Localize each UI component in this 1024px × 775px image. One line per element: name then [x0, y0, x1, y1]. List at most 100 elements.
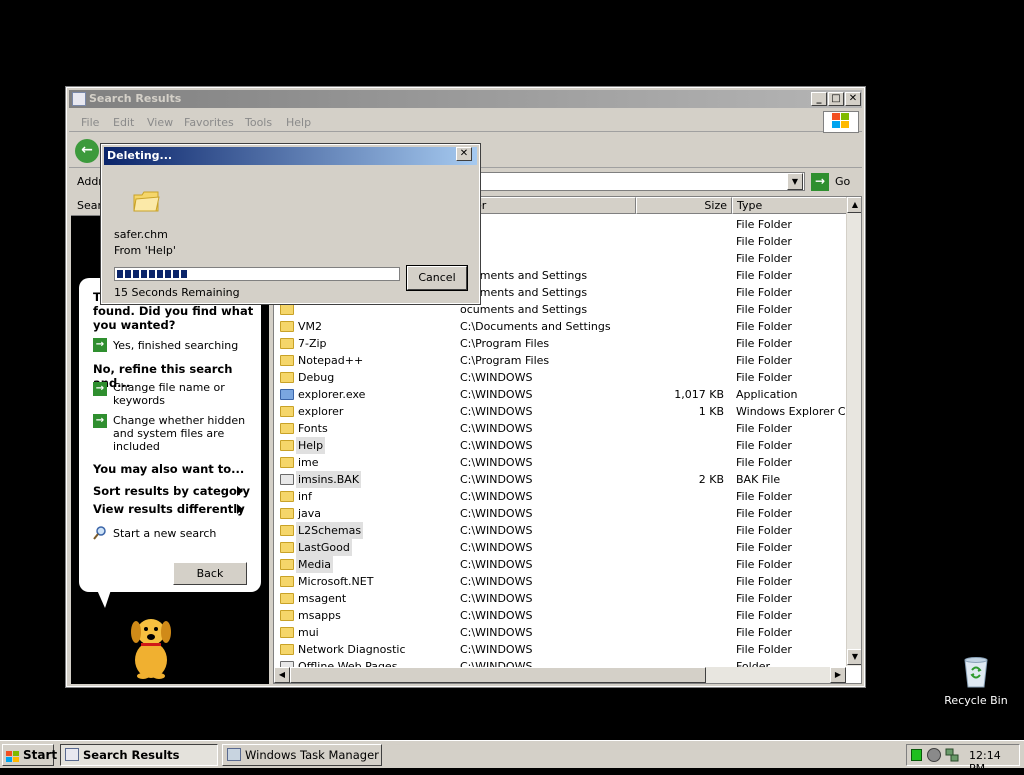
folder-icon	[280, 627, 294, 638]
table-row[interactable]: Fonts C:\WINDOWS File Folder	[274, 420, 844, 437]
menu-favorites[interactable]: Favorites	[184, 116, 234, 129]
file-name-cell: msapps	[298, 609, 341, 622]
progress-block	[133, 270, 139, 278]
sort-by-category-link[interactable]: Sort results by category	[93, 484, 250, 498]
change-hidden-link[interactable]: Change whether hidden	[113, 414, 245, 427]
bubble-tail	[97, 590, 111, 608]
type-cell: File Folder	[736, 541, 792, 554]
table-row[interactable]: LastGood C:\WINDOWS File Folder	[274, 539, 844, 556]
folder-icon	[280, 457, 294, 468]
table-row[interactable]: inf C:\WINDOWS File Folder	[274, 488, 844, 505]
task-task-manager[interactable]: Windows Task Manager	[222, 744, 382, 766]
file-name-cell: Help	[296, 437, 326, 454]
system-tray: 12:14 PM	[906, 744, 1020, 775]
file-name-cell: explorer.exe	[298, 388, 366, 401]
size-cell: 2 KB	[698, 473, 724, 486]
in-folder-cell: C:\WINDOWS	[460, 541, 533, 554]
window-titlebar[interactable]: Search Results	[69, 90, 862, 108]
file-name-cell: Debug	[298, 371, 335, 384]
address-dropdown-icon[interactable]: ▼	[787, 173, 803, 190]
progress-block	[173, 270, 179, 278]
taskbar: Start Search Results Windows Task Manage…	[0, 740, 1024, 775]
file-name-cell: 7-Zip	[298, 337, 327, 350]
green-arrow-icon: →	[93, 382, 107, 396]
maximize-button[interactable]: □	[828, 92, 844, 106]
table-row[interactable]: Help C:\WINDOWS File Folder	[274, 437, 844, 454]
table-row[interactable]: msapps C:\WINDOWS File Folder	[274, 607, 844, 624]
change-hidden-link-3[interactable]: included	[113, 440, 160, 453]
table-row[interactable]: Network Diagnostic C:\WINDOWS File Folder	[274, 641, 844, 658]
task-search-results[interactable]: Search Results	[60, 744, 218, 766]
new-search-link[interactable]: Start a new search	[113, 527, 216, 540]
search-window-icon	[72, 92, 86, 106]
menu-help[interactable]: Help	[286, 116, 311, 129]
table-row[interactable]: ime C:\WINDOWS File Folder	[274, 454, 844, 471]
change-name-link[interactable]: Change file name or	[113, 381, 225, 394]
table-row[interactable]: java C:\WINDOWS File Folder	[274, 505, 844, 522]
cancel-button[interactable]: Cancel	[406, 265, 468, 291]
table-row[interactable]: Notepad++ C:\Program Files File Folder	[274, 352, 844, 369]
table-row[interactable]: VM2 C:\Documents and Settings File Folder	[274, 318, 844, 335]
file-name-cell: Fonts	[298, 422, 328, 435]
menu-file[interactable]: File	[81, 116, 99, 129]
expand-arrow-icon[interactable]	[237, 486, 243, 496]
view-differently-link[interactable]: View results differently	[93, 502, 245, 516]
column-header-size[interactable]: Size	[636, 197, 732, 214]
go-label: Go	[835, 175, 851, 188]
column-header-folder[interactable]: lder	[460, 197, 636, 214]
dialog-titlebar[interactable]: Deleting...	[104, 147, 477, 165]
in-folder-cell: C:\WINDOWS	[460, 592, 533, 605]
horizontal-scrollbar[interactable]: ◀ ▶	[274, 667, 846, 683]
progress-block	[181, 270, 187, 278]
expand-arrow-icon[interactable]	[237, 504, 243, 514]
table-row[interactable]: 7-Zip C:\Program Files File Folder	[274, 335, 844, 352]
table-row[interactable]: mui C:\WINDOWS File Folder	[274, 624, 844, 641]
minimize-button[interactable]: _	[811, 92, 827, 106]
change-hidden-link-2[interactable]: and system files are	[113, 427, 224, 440]
start-button[interactable]: Start	[2, 744, 57, 766]
column-header-type[interactable]: Type	[732, 197, 848, 214]
file-icon	[280, 474, 294, 485]
folder-icon	[280, 304, 294, 315]
table-row[interactable]: Media C:\WINDOWS File Folder	[274, 556, 844, 573]
recycle-bin[interactable]: Recycle Bin	[940, 656, 1012, 712]
recycle-bin-label: Recycle Bin	[944, 694, 1008, 707]
cpu-usage-icon[interactable]	[911, 749, 922, 761]
finished-searching-link[interactable]: Yes, finished searching	[113, 339, 238, 352]
back-arrow-icon[interactable]: ←	[75, 139, 99, 163]
vertical-scrollbar[interactable]: ▲ ▼	[846, 197, 861, 666]
scroll-down-icon[interactable]: ▼	[847, 649, 861, 665]
menu-tools[interactable]: Tools	[245, 116, 272, 129]
dialog-close-button[interactable]: ✕	[456, 147, 472, 161]
table-row[interactable]: Debug C:\WINDOWS File Folder	[274, 369, 844, 386]
go-button[interactable]: → Go	[811, 172, 857, 192]
table-row[interactable]: explorer C:\WINDOWS 1 KB Windows Explorer C…	[274, 403, 856, 420]
table-row[interactable]: L2Schemas C:\WINDOWS File Folder	[274, 522, 844, 539]
back-button[interactable]: Back	[173, 562, 247, 585]
windows-logo-icon	[823, 111, 859, 133]
table-row[interactable]: msagent C:\WINDOWS File Folder	[274, 590, 844, 607]
in-folder-cell: C:\WINDOWS	[460, 626, 533, 639]
close-button[interactable]: ✕	[845, 92, 861, 106]
scroll-left-icon[interactable]: ◀	[274, 667, 290, 683]
in-folder-cell: C:\WINDOWS	[460, 456, 533, 469]
in-folder-cell: C:\Documents and Settings	[460, 320, 611, 333]
horizontal-scroll-thumb[interactable]	[290, 667, 706, 683]
change-name-link-2[interactable]: keywords	[113, 394, 165, 407]
table-row[interactable]: explorer.exe C:\WINDOWS 1,017 KB Applicatio…	[274, 386, 844, 403]
also-heading: You may also want to...	[93, 462, 245, 476]
type-cell: File Folder	[736, 269, 792, 282]
search-dog-icon[interactable]	[121, 610, 181, 680]
network-icon[interactable]	[945, 748, 959, 762]
type-cell: File Folder	[736, 524, 792, 537]
security-shield-icon[interactable]	[927, 748, 941, 762]
scroll-up-icon[interactable]: ▲	[847, 197, 861, 213]
menu-view[interactable]: View	[147, 116, 173, 129]
menu-edit[interactable]: Edit	[113, 116, 134, 129]
type-cell: File Folder	[736, 422, 792, 435]
clock[interactable]: 12:14 PM	[969, 749, 1019, 775]
scroll-right-icon[interactable]: ▶	[830, 667, 846, 683]
table-row[interactable]: Microsoft.NET C:\WINDOWS File Folder	[274, 573, 844, 590]
file-name-cell: mui	[298, 626, 319, 639]
table-row[interactable]: imsins.BAK C:\WINDOWS 2 KB BAK File	[274, 471, 844, 488]
